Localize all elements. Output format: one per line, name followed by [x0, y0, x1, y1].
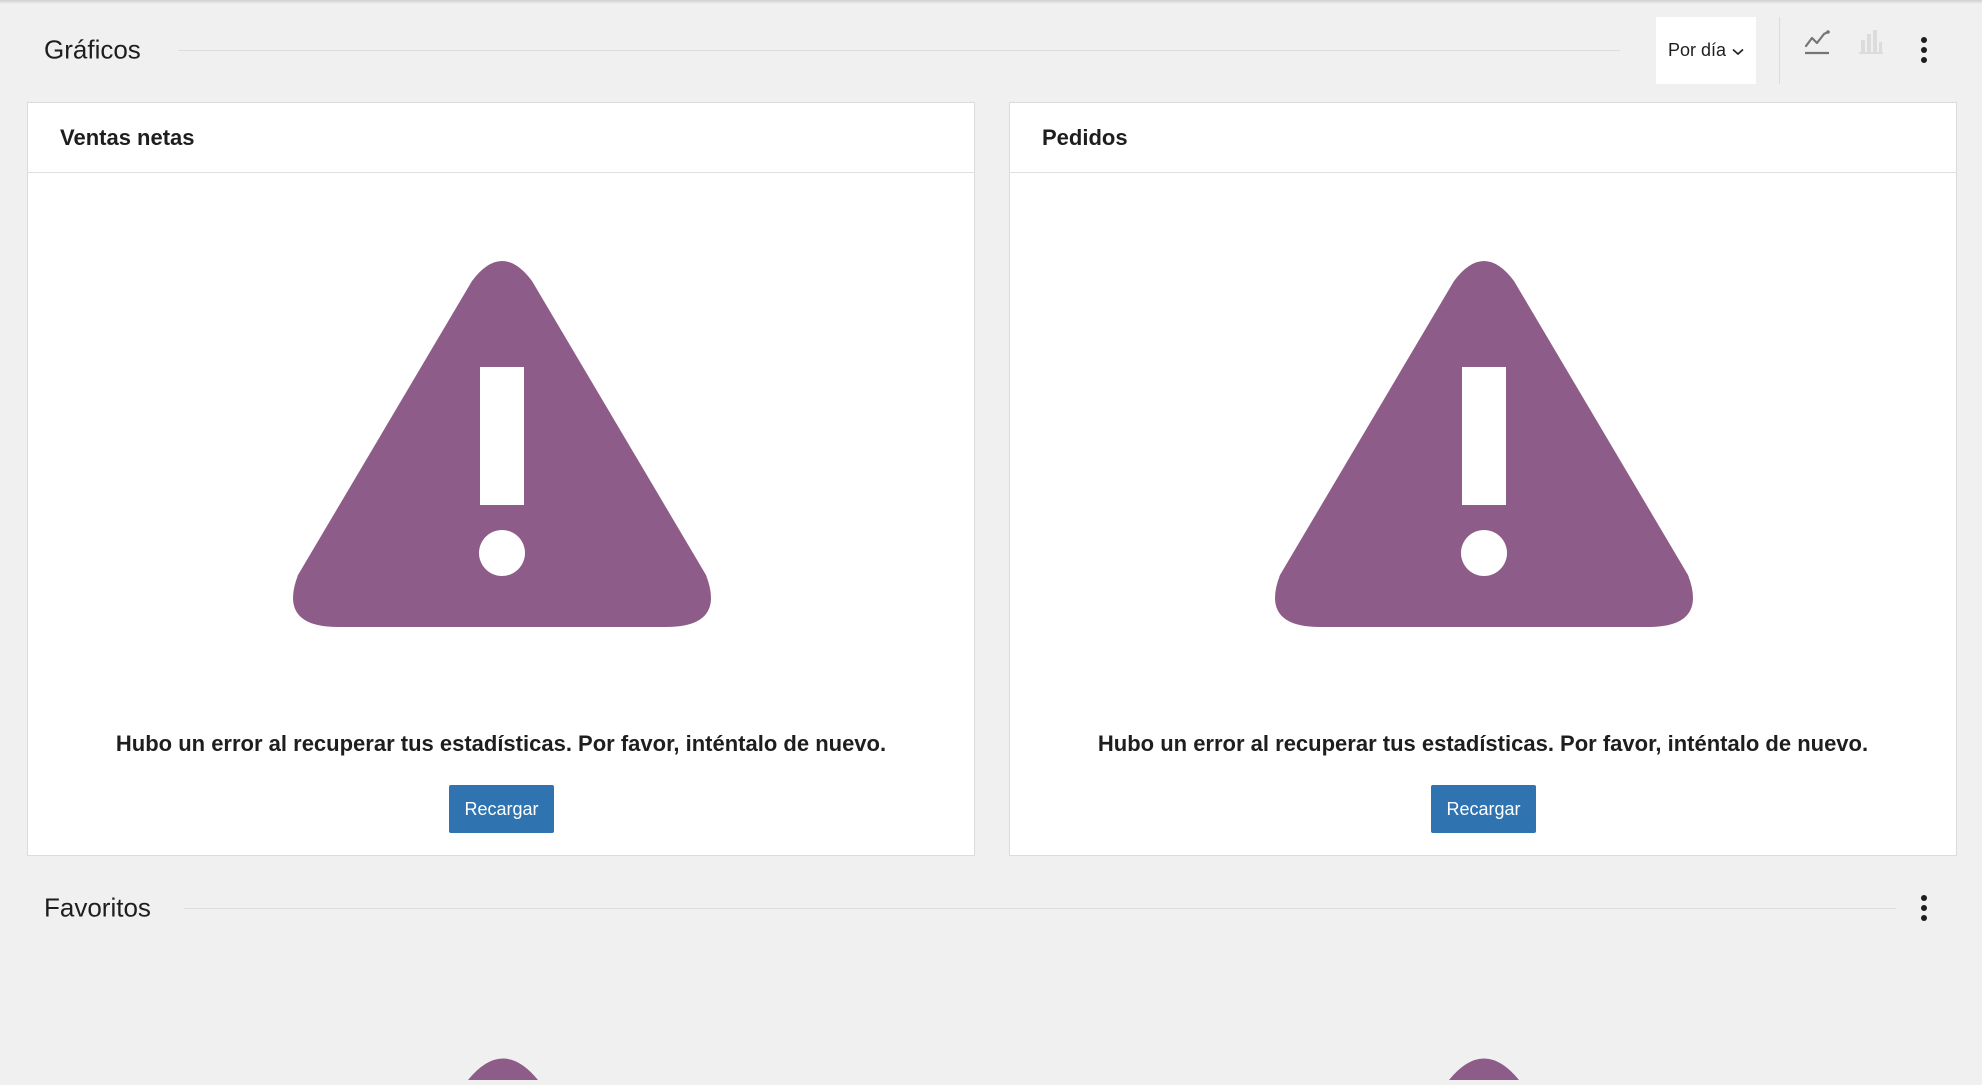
more-vertical-icon[interactable] [1912, 34, 1936, 66]
card-title: Pedidos [1042, 124, 1128, 150]
card-header: Pedidos [1010, 103, 1956, 173]
favorites-section-title: Favoritos [44, 892, 151, 923]
line-chart-icon[interactable] [1800, 24, 1834, 60]
favorites-section-header: Favoritos [0, 878, 1982, 938]
section-divider [178, 50, 1620, 51]
section-divider [184, 908, 1896, 909]
charts-section-title: Gráficos [44, 34, 141, 65]
warning-icon [1443, 1055, 1525, 1085]
chevron-down-icon [1732, 40, 1744, 61]
error-message: Hubo un error al recuperar tus estadísti… [115, 731, 887, 756]
period-select-value: Por día [1667, 40, 1727, 60]
card-title: Ventas netas [60, 124, 195, 150]
warning-icon [1268, 259, 1700, 634]
toolbar-separator [1779, 17, 1780, 84]
bar-chart-icon[interactable] [1854, 24, 1888, 60]
warning-icon [462, 1055, 544, 1085]
reload-button[interactable]: Recargar [1431, 785, 1536, 833]
top-shadow [0, 0, 1982, 4]
period-select[interactable]: Por día [1656, 17, 1756, 84]
net-sales-card: Ventas netas Hubo un error al recuperar … [27, 102, 975, 856]
more-vertical-icon[interactable] [1912, 892, 1936, 924]
orders-card: Pedidos Hubo un error al recuperar tus e… [1009, 102, 1957, 856]
card-header: Ventas netas [28, 103, 974, 173]
warning-icon [286, 259, 718, 634]
error-message: Hubo un error al recuperar tus estadísti… [1097, 731, 1869, 756]
reload-button[interactable]: Recargar [449, 785, 554, 833]
